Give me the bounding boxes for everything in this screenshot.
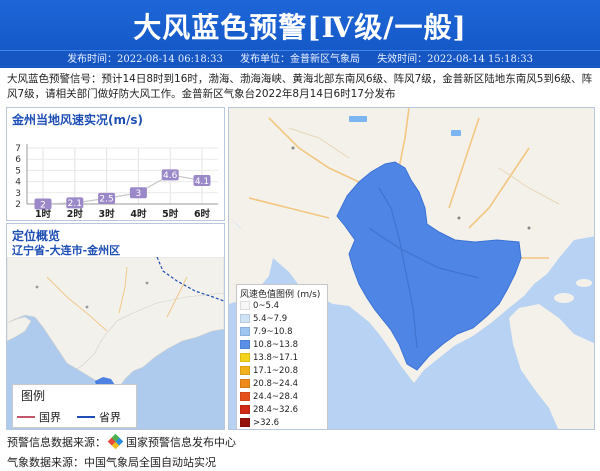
chart-x-tick: 4时	[130, 208, 147, 220]
wind-legend-swatch	[240, 327, 250, 336]
wind-legend-item: >32.6	[240, 418, 279, 428]
chart-line-layer	[41, 173, 204, 206]
chart-y-tick: 6	[15, 155, 21, 165]
wind-legend-label: 10.8~13.8	[253, 340, 298, 350]
wind-legend-swatch	[240, 314, 250, 323]
chart-x-tick: 3时	[99, 208, 116, 220]
wind-legend-swatch	[240, 366, 250, 375]
wind-legend-swatch	[240, 301, 250, 310]
chart-x-ticks: 1时 2时 3时 4时 5时 6时	[35, 208, 211, 220]
national-border-swatch	[17, 416, 35, 418]
warning-source-org: 国家预警信息发布中心	[126, 436, 236, 449]
wind-legend-swatch	[240, 340, 250, 349]
wind-legend-label: 24.4~28.4	[253, 392, 298, 402]
warning-center-logo-icon	[107, 433, 124, 450]
wind-legend-label: 5.4~7.9	[253, 314, 288, 324]
wind-legend-swatch	[240, 418, 250, 427]
chart-y-tick: 2	[15, 200, 21, 210]
chart-data-label: 2.5	[99, 195, 113, 205]
chart-data-label: 2	[40, 200, 46, 210]
wind-legend-item: 17.1~20.8	[240, 366, 298, 376]
provincial-border-label: 省界	[99, 411, 121, 424]
warning-source-label: 预警信息数据来源：	[7, 436, 106, 449]
wind-legend-item: 20.8~24.4	[240, 379, 298, 389]
chart-y-tick: 5	[15, 166, 21, 176]
national-border-label: 国界	[39, 411, 61, 424]
location-overview-panel: 定位概览 辽宁省-大连市-金州区 图例 国界 省界	[6, 223, 225, 430]
minimap-legend-title: 图例	[21, 389, 46, 403]
wind-panel-title: 金州当地风速实况(m/s)	[12, 113, 143, 127]
wind-legend-label: 13.8~17.1	[253, 353, 298, 363]
chart-data-label: 3	[136, 189, 142, 199]
chart-data-label: 2.1	[68, 199, 82, 209]
wind-legend-swatch	[240, 353, 250, 362]
wind-legend-item: 7.9~10.8	[240, 327, 293, 337]
wind-legend-label: 17.1~20.8	[253, 366, 298, 376]
warning-source: 预警信息数据来源： 国家预警信息发布中心	[7, 433, 236, 450]
wind-legend-item: 10.8~13.8	[240, 340, 298, 350]
chart-data-label: 4.1	[195, 177, 209, 187]
minimap-legend: 图例 国界 省界	[12, 384, 137, 428]
chart-y-ticks: 234 567	[15, 144, 21, 210]
warning-text: 大风蓝色预警信号：预计14日8时到16时，渤海、渤海海峡、黄海北部东南风6级、阵…	[7, 73, 593, 100]
wind-legend-swatch	[240, 405, 250, 414]
chart-x-tick: 5时	[162, 208, 179, 220]
wind-legend-label: 7.9~10.8	[253, 327, 293, 337]
wind-legend-swatch	[240, 392, 250, 401]
chart-y-tick: 3	[15, 189, 21, 199]
location-region: 辽宁省-大连市-金州区	[12, 244, 121, 257]
wind-warning-map[interactable]: 风速色值图例 (m/s) 0~5.4 5.4~7.9 7.9~10.8 10.8~13…	[228, 107, 595, 430]
wind-legend-label: >32.6	[253, 418, 280, 428]
chart-data-label: 4.6	[163, 171, 178, 181]
chart-x-tick: 6时	[194, 208, 211, 220]
wind-legend-item: 0~5.4	[240, 301, 279, 311]
publish-time: 发布时间：2022-08-14 06:18:33	[67, 54, 223, 65]
wind-legend-swatch	[240, 379, 250, 388]
provincial-border-swatch	[77, 416, 95, 418]
wind-legend-title: 风速色值图例 (m/s)	[240, 290, 321, 300]
chart-x-tick: 2时	[67, 208, 84, 220]
chart-y-tick: 7	[15, 144, 21, 154]
wind-legend-item: 28.4~32.6	[240, 405, 298, 415]
wind-legend-label: 20.8~24.4	[253, 379, 298, 389]
wind-legend-item: 24.4~28.4	[240, 392, 298, 402]
chart-y-tick: 4	[15, 178, 21, 188]
wind-legend-label: 0~5.4	[253, 301, 280, 311]
wind-legend-item: 13.8~17.1	[240, 353, 298, 363]
page-title: 大风蓝色预警[Ⅳ级/一般]	[133, 11, 467, 44]
wind-legend-label: 28.4~32.6	[253, 405, 298, 415]
warning-header: 大风蓝色预警[Ⅳ级/一般]	[0, 0, 600, 51]
wind-color-legend: 风速色值图例 (m/s) 0~5.4 5.4~7.9 7.9~10.8 10.8~13…	[236, 284, 328, 429]
wind-speed-panel: 234567 1时 2时 3时 4时 5时 6时 2 2.1 2.5 3 4.6 4.1 金州当地风…	[6, 107, 225, 221]
expire-time: 失效时间：2022-08-14 15:18:33	[377, 54, 533, 65]
weather-source: 气象数据来源：中国气象局全国自动站实况	[7, 456, 216, 469]
warning-meta-bar: 发布时间：2022-08-14 06:18:33 发布单位：金普新区气象局 失效…	[0, 51, 600, 68]
publisher: 发布单位：金普新区气象局	[240, 54, 360, 65]
wind-legend-item: 5.4~7.9	[240, 314, 287, 324]
